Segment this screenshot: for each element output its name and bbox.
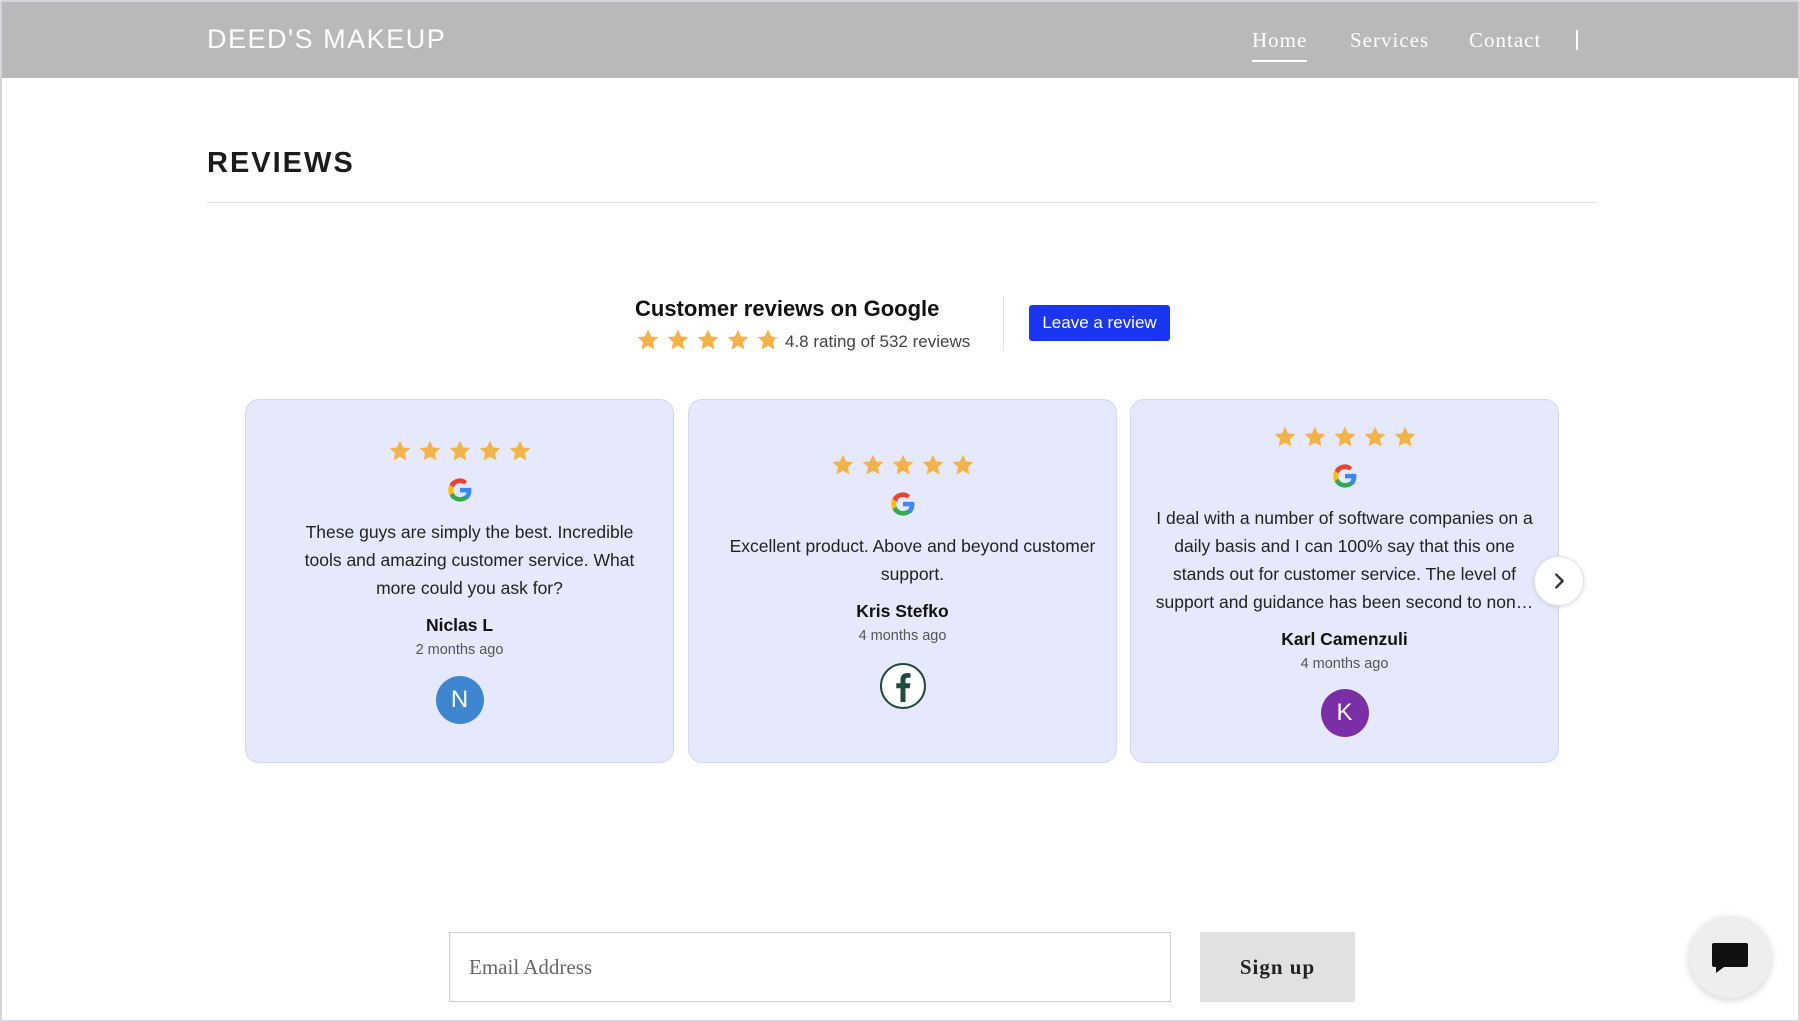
section-title: REVIEWS: [207, 147, 355, 179]
review-stars: [689, 452, 1116, 478]
star-icon: [1272, 424, 1298, 450]
review-text: These guys are simply the best. Incredib…: [304, 522, 635, 598]
review-stars: [1131, 424, 1558, 450]
nav-contact[interactable]: Contact: [1469, 28, 1541, 68]
chat-icon: [1712, 943, 1748, 973]
summary-divider: [1003, 296, 1004, 351]
review-text: I deal with a number of software compani…: [1155, 508, 1534, 612]
site-header: DEED'S MAKEUP Home Services Contact: [2, 2, 1798, 78]
avatar: K: [1320, 689, 1369, 737]
chat-button[interactable]: [1689, 916, 1771, 998]
carousel-next-button[interactable]: [1534, 556, 1584, 606]
nav-home-label: Home: [1252, 28, 1308, 52]
star-icon: [1332, 424, 1358, 450]
rating-summary-text: 4.8 rating of 532 reviews: [785, 332, 971, 351]
review-card: These guys are simply the best. Incredib…: [245, 399, 674, 763]
leave-review-button[interactable]: Leave a review: [1029, 305, 1170, 341]
nav-active-underline: [1252, 60, 1308, 62]
chevron-right-icon: [1555, 573, 1564, 589]
brand-logo[interactable]: DEED'S MAKEUP: [207, 24, 446, 55]
google-icon: [890, 492, 914, 516]
star-icon: [725, 327, 751, 353]
avatar: N: [435, 676, 484, 724]
star-icon: [665, 327, 691, 353]
review-card: I deal with a number of software compani…: [1130, 399, 1559, 763]
star-icon: [1362, 424, 1388, 450]
star-icon: [1392, 424, 1418, 450]
email-field[interactable]: [449, 932, 1171, 1002]
review-stars: [246, 438, 673, 464]
page: DEED'S MAKEUP Home Services Contact REVI…: [0, 0, 1800, 1022]
star-icon: [890, 452, 916, 478]
star-icon: [387, 438, 413, 464]
nav-home[interactable]: Home: [1252, 28, 1308, 68]
reviews-summary-title: Customer reviews on Google: [635, 296, 940, 321]
star-icon: [417, 438, 443, 464]
star-icon: [920, 452, 946, 478]
star-icon: [860, 452, 886, 478]
google-icon: [1332, 464, 1356, 488]
review-time: 4 months ago: [858, 628, 947, 644]
review-author: Niclas L: [425, 615, 494, 635]
signup-button[interactable]: Sign up: [1200, 932, 1355, 1002]
summary-stars: [635, 327, 781, 355]
review-author: Karl Camenzuli: [1281, 629, 1408, 649]
google-icon: [447, 478, 471, 502]
star-icon: [477, 438, 503, 464]
star-icon: [507, 438, 533, 464]
facebook-icon: [879, 663, 926, 709]
star-icon: [447, 438, 473, 464]
review-time: 2 months ago: [415, 642, 504, 658]
star-icon: [950, 452, 976, 478]
star-icon: [695, 327, 721, 353]
nav-divider: [1576, 30, 1578, 50]
review-text: Excellent product. Above and beyond cust…: [729, 536, 1096, 584]
nav-services[interactable]: Services: [1350, 28, 1429, 68]
star-icon: [1302, 424, 1328, 450]
section-divider: [207, 202, 1597, 203]
review-time: 4 months ago: [1300, 656, 1389, 672]
star-icon: [830, 452, 856, 478]
review-author: Kris Stefko: [856, 601, 949, 621]
review-card: Excellent product. Above and beyond cust…: [688, 399, 1117, 763]
star-half-icon: [755, 327, 781, 353]
star-icon: [635, 327, 661, 353]
